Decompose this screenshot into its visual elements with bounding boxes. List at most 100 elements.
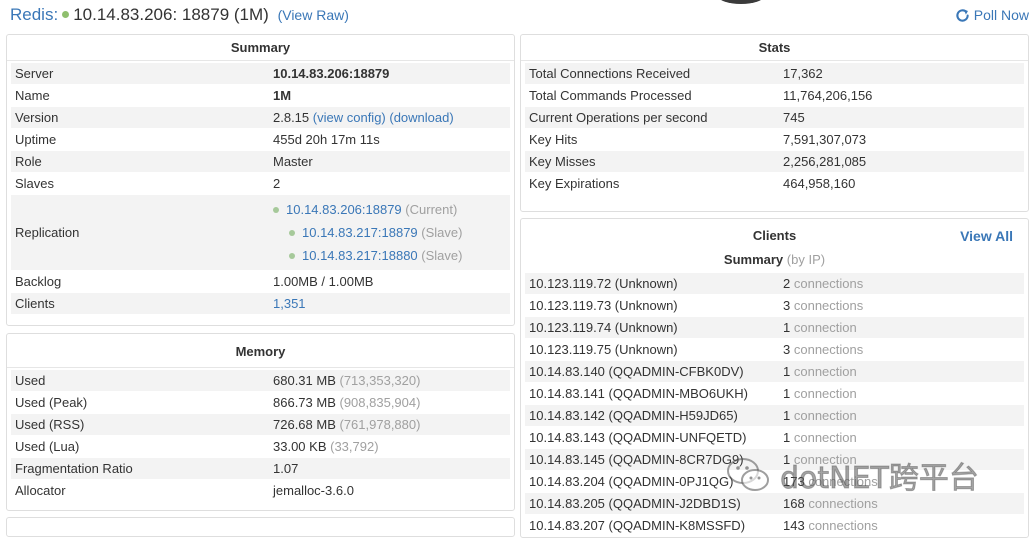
client-connections: 1 connection bbox=[783, 320, 857, 335]
summary-row-server: Server 10.14.83.206:18879 bbox=[11, 63, 510, 85]
client-host: 10.123.119.74 (Unknown) bbox=[529, 320, 678, 335]
client-unit: connection bbox=[793, 320, 857, 335]
backlog-value: 1.00MB / 1.00MB bbox=[273, 274, 374, 289]
memory-title: Memory bbox=[7, 334, 514, 368]
client-connections: 168 connections bbox=[783, 496, 878, 511]
client-row: 10.123.119.72 (Unknown) 2 connections bbox=[525, 273, 1024, 295]
client-row: 10.14.83.207 (QQADMIN-K8MSSFD) 143 connec… bbox=[525, 515, 1024, 537]
instance-name: 10.14.83.206: 18879 (1M) bbox=[73, 5, 269, 24]
clients-summary-hint: (by IP) bbox=[786, 252, 826, 267]
client-connections: 2 connections bbox=[783, 276, 863, 291]
memory-row: Used (RSS) 726.68 MB (761,978,880) bbox=[11, 414, 510, 436]
memory-detail: (908,835,904) bbox=[339, 395, 421, 410]
view-config-link[interactable]: (view config) bbox=[313, 110, 386, 125]
client-count: 1 bbox=[783, 320, 791, 335]
client-host: 10.14.83.204 (QQADMIN-0PJ1QG) bbox=[529, 474, 734, 489]
role-label: Role bbox=[15, 154, 42, 169]
client-unit: connections bbox=[808, 474, 878, 489]
memory-row: Allocator jemalloc-3.6.0 bbox=[11, 480, 510, 502]
client-connections: 1 connection bbox=[783, 452, 857, 467]
client-host: 10.123.119.75 (Unknown) bbox=[529, 342, 678, 357]
app-name[interactable]: Redis: bbox=[10, 5, 58, 24]
server-label: Server bbox=[15, 66, 54, 81]
client-unit: connection bbox=[793, 386, 857, 401]
client-unit: connections bbox=[793, 342, 864, 357]
client-row: 10.14.83.142 (QQADMIN-H59JD65) 1 connecti… bbox=[525, 405, 1024, 427]
memory-label: Used bbox=[15, 373, 46, 388]
client-unit: connections bbox=[808, 496, 878, 511]
stats-row: Current Operations per second 745 bbox=[525, 107, 1024, 129]
stats-row: Key Expirations 464,958,160 bbox=[525, 173, 1024, 195]
clients-count-link[interactable]: 1,351 bbox=[273, 296, 306, 311]
memory-detail: (33,792) bbox=[330, 439, 379, 454]
download-link[interactable]: (download) bbox=[389, 110, 453, 125]
client-row: 10.14.83.140 (QQADMIN-CFBK0DV) 1 connecti… bbox=[525, 361, 1024, 383]
poll-now-label: Poll Now bbox=[973, 7, 1029, 23]
client-connections: 1 connection bbox=[783, 364, 857, 379]
client-connections: 3 connections bbox=[783, 298, 863, 313]
client-count: 143 bbox=[783, 518, 805, 533]
client-connections: 143 connections bbox=[783, 518, 878, 533]
client-count: 2 bbox=[783, 276, 791, 291]
client-count: 1 bbox=[783, 430, 791, 445]
view-raw-link[interactable]: (View Raw) bbox=[278, 7, 349, 23]
memory-value-wrap: 726.68 MB (761,978,880) bbox=[273, 417, 420, 432]
summary-row-role: Role Master bbox=[11, 151, 510, 173]
client-count: 1 bbox=[783, 452, 791, 467]
memory-value-wrap: 33.00 KB (33,792) bbox=[273, 439, 379, 454]
refresh-icon bbox=[956, 8, 969, 22]
memory-label: Used (RSS) bbox=[15, 417, 85, 432]
memory-label: Used (Lua) bbox=[15, 439, 80, 454]
stats-row: Key Hits 7,591,307,073 bbox=[525, 129, 1024, 151]
summary-row-slaves: Slaves 2 bbox=[11, 173, 510, 195]
replica-role: (Slave) bbox=[421, 248, 463, 263]
summary-row-version: Version 2.8.15 (view config) (download) bbox=[11, 107, 510, 129]
summary-row-replication: Replication 10.14.83.206:18879 (Current)… bbox=[11, 195, 510, 271]
memory-label: Fragmentation Ratio bbox=[15, 461, 133, 476]
summary-panel: Summary Server 10.14.83.206:18879 Name 1… bbox=[6, 34, 515, 326]
replica-host-link[interactable]: 10.14.83.217:18879 bbox=[302, 221, 418, 244]
client-count: 1 bbox=[783, 408, 791, 423]
client-count: 168 bbox=[783, 496, 805, 511]
version-value: 2.8.15 bbox=[273, 110, 310, 125]
name-value: 1M bbox=[273, 88, 292, 103]
client-row: 10.14.83.204 (QQADMIN-0PJ1QG) 173 connect… bbox=[525, 471, 1024, 493]
replication-item: 10.14.83.217:18880 (Slave) bbox=[273, 244, 462, 267]
stats-title: Stats bbox=[521, 35, 1028, 61]
client-count: 1 bbox=[783, 364, 791, 379]
slaves-value: 2 bbox=[273, 176, 281, 191]
memory-label: Used (Peak) bbox=[15, 395, 88, 410]
replica-host-link[interactable]: 10.14.83.206:18879 bbox=[286, 198, 402, 221]
memory-row: Used (Lua) 33.00 KB (33,792) bbox=[11, 436, 510, 458]
client-row: 10.14.83.205 (QQADMIN-J2DBD1S) 168 connec… bbox=[525, 493, 1024, 515]
clients-summary-label: Summary bbox=[723, 252, 784, 267]
memory-value: 726.68 MB bbox=[273, 417, 336, 432]
client-unit: connection bbox=[793, 430, 857, 445]
replica-host-link[interactable]: 10.14.83.217:18880 bbox=[302, 244, 418, 267]
uptime-label: Uptime bbox=[15, 132, 57, 147]
client-row: 10.14.83.145 (QQADMIN-8CR7DG9) 1 connecti… bbox=[525, 449, 1024, 471]
client-row: 10.14.83.143 (QQADMIN-UNFQETD) 1 connecti… bbox=[525, 427, 1024, 449]
role-value: Master bbox=[273, 154, 313, 169]
client-unit: connections bbox=[793, 276, 864, 291]
client-unit: connections bbox=[808, 518, 878, 533]
memory-label: Allocator bbox=[15, 483, 66, 498]
page-title: Redis: 10.14.83.206: 18879 (1M) (View Raw… bbox=[10, 5, 349, 25]
slaves-label: Slaves bbox=[15, 176, 55, 191]
client-connections: 1 connection bbox=[783, 408, 857, 423]
poll-now-button[interactable]: Poll Now bbox=[955, 7, 1029, 23]
page-header: Redis: 10.14.83.206: 18879 (1M) (View Raw… bbox=[0, 0, 1031, 32]
replica-status-dot bbox=[289, 252, 295, 259]
view-all-link[interactable]: View All bbox=[960, 219, 1013, 253]
stats-value: 464,958,160 bbox=[783, 176, 856, 191]
stats-value: 2,256,281,085 bbox=[783, 154, 867, 169]
clients-panel: Clients View All Summary (by IP) 10.123.… bbox=[520, 218, 1029, 538]
replication-item: 10.14.83.206:18879 (Current) bbox=[273, 198, 462, 221]
memory-detail: (761,978,880) bbox=[339, 417, 421, 432]
replica-status-dot bbox=[273, 206, 279, 213]
clients-label: Clients bbox=[15, 296, 55, 311]
server-value: 10.14.83.206:18879 bbox=[273, 66, 390, 81]
client-connections: 1 connection bbox=[783, 430, 857, 445]
replica-role: (Slave) bbox=[421, 225, 463, 240]
memory-row: Fragmentation Ratio 1.07 bbox=[11, 458, 510, 480]
